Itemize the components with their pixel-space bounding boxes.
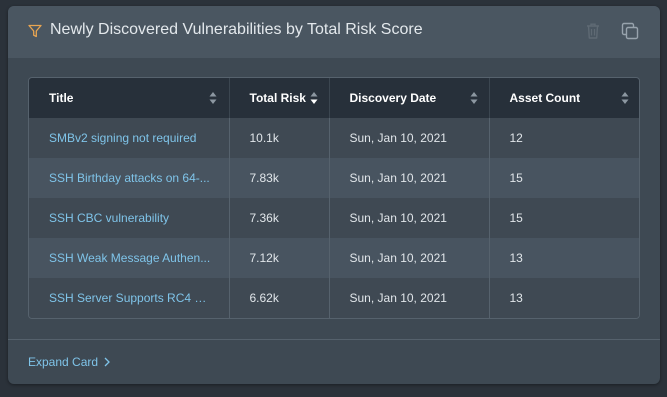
asset-count-cell: 15 (509, 211, 523, 225)
column-label: Asset Count (509, 91, 581, 105)
vulnerability-title-link[interactable]: SSH Server Supports RC4 Ci... (29, 278, 230, 318)
card-title: Newly Discovered Vulnerabilities by Tota… (50, 21, 423, 38)
asset-count-cell: 13 (509, 291, 523, 305)
trash-icon[interactable] (585, 22, 601, 40)
table-row[interactable]: SSH Weak Message Authen... 7.12k Sun, Ja… (29, 238, 639, 278)
column-header-asset-count[interactable]: Asset Count (489, 78, 639, 118)
total-risk-cell: 7.36k (229, 198, 330, 238)
card-header: Newly Discovered Vulnerabilities by Tota… (8, 6, 660, 58)
column-header-total-risk[interactable]: Total Risk (229, 78, 330, 118)
discovery-date-cell: Sun, Jan 10, 2021 (329, 198, 490, 238)
asset-count-cell: 13 (509, 251, 523, 265)
vulnerability-title-link[interactable]: SMBv2 signing not required (29, 118, 230, 158)
asset-count-cell: 12 (509, 131, 523, 145)
column-label: Discovery Date (349, 91, 437, 105)
discovery-date-cell: Sun, Jan 10, 2021 (329, 158, 490, 198)
total-risk-cell: 7.83k (229, 158, 330, 198)
vulnerabilities-card: Newly Discovered Vulnerabilities by Tota… (8, 6, 660, 384)
copy-icon[interactable] (621, 22, 639, 40)
vulnerabilities-table: Title Total Risk Discovery Date Asset Co… (28, 77, 640, 319)
column-header-discovery-date[interactable]: Discovery Date (329, 78, 490, 118)
sort-descending-icon[interactable] (310, 91, 318, 105)
discovery-date-cell: Sun, Jan 10, 2021 (329, 238, 490, 278)
sort-icon[interactable] (621, 91, 629, 105)
discovery-date-cell: Sun, Jan 10, 2021 (329, 118, 490, 158)
vulnerability-title-link[interactable]: SSH Weak Message Authen... (29, 238, 230, 278)
vulnerability-title-link[interactable]: SSH CBC vulnerability (29, 198, 230, 238)
column-label: Title (49, 91, 74, 105)
table-row[interactable]: SMBv2 signing not required 10.1k Sun, Ja… (29, 118, 639, 158)
sort-icon[interactable] (209, 91, 217, 105)
asset-count-cell: 15 (509, 171, 523, 185)
total-risk-cell: 10.1k (229, 118, 330, 158)
vulnerability-title-link[interactable]: SSH Birthday attacks on 64-... (29, 158, 230, 198)
table-row[interactable]: SSH Birthday attacks on 64-... 7.83k Sun… (29, 158, 639, 198)
table-row[interactable]: SSH CBC vulnerability 7.36k Sun, Jan 10,… (29, 198, 639, 238)
column-header-title[interactable]: Title (29, 78, 230, 118)
filter-icon[interactable] (28, 24, 42, 38)
column-label: Total Risk (249, 91, 306, 105)
sort-icon[interactable] (470, 91, 478, 105)
table-header-row: Title Total Risk Discovery Date Asset Co… (29, 78, 639, 118)
chevron-right-icon (104, 357, 110, 367)
expand-card-label: Expand Card (28, 355, 99, 369)
total-risk-cell: 6.62k (229, 278, 330, 318)
total-risk-cell: 7.12k (229, 238, 330, 278)
expand-card-link[interactable]: Expand Card (28, 355, 110, 369)
footer-divider (8, 339, 660, 340)
table-row[interactable]: SSH Server Supports RC4 Ci... 6.62k Sun,… (29, 278, 639, 318)
discovery-date-cell: Sun, Jan 10, 2021 (329, 278, 490, 318)
